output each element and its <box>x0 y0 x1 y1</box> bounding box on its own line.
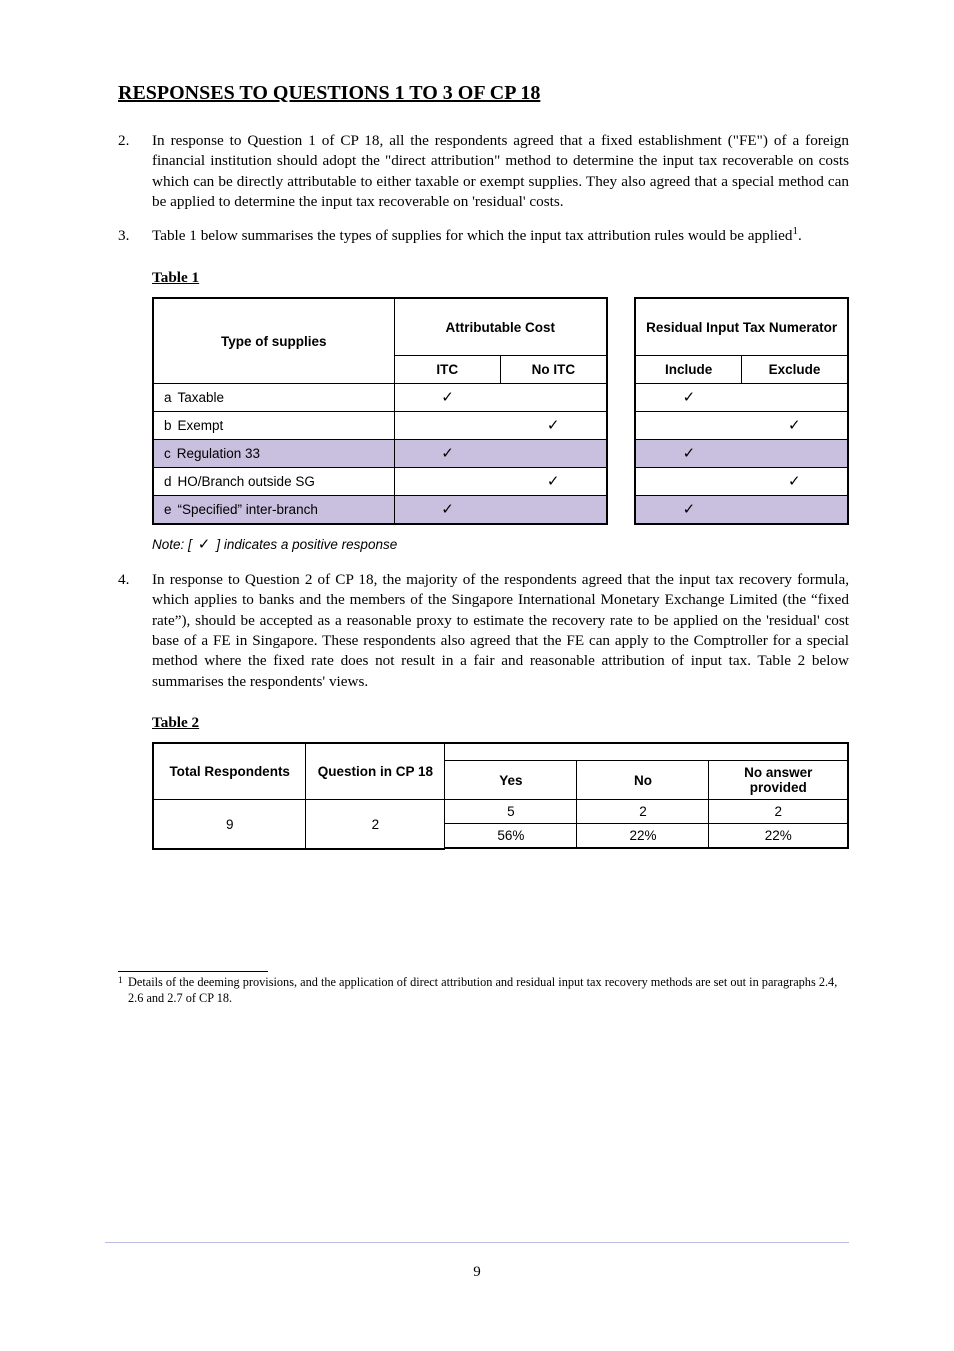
cell <box>742 440 848 468</box>
check-icon: ✓ <box>683 389 696 406</box>
cell: ✓ <box>394 496 500 524</box>
check-icon: ✓ <box>441 389 454 406</box>
cell-no: 2 <box>577 800 709 824</box>
table-row: bExempt ✓ ✓ <box>153 412 848 440</box>
table-row: cRegulation 33 ✓ ✓ <box>153 440 848 468</box>
table-row: dHO/Branch outside SG ✓ ✓ <box>153 468 848 496</box>
table1-title: Table 1 <box>152 269 849 287</box>
cell <box>394 412 500 440</box>
footnote: 1 Details of the deeming provisions, and… <box>118 975 849 1007</box>
row-label: aTaxable <box>153 384 394 412</box>
para-num: 2. <box>118 131 152 212</box>
check-icon: ✓ <box>788 417 801 434</box>
cell: ✓ <box>500 468 606 496</box>
paragraph-4: 4. In response to Question 2 of CP 18, t… <box>118 570 849 692</box>
cell-question: 2 <box>306 800 445 849</box>
table-row: 9 2 5 2 2 <box>153 800 848 824</box>
check-icon: ✓ <box>441 445 454 462</box>
footnote-rule <box>118 971 268 972</box>
col-total: Total Respondents <box>153 743 306 800</box>
cell <box>742 496 848 524</box>
sub-include: Include <box>635 356 741 384</box>
cell: ✓ <box>635 384 741 412</box>
col-attr: Attributable Cost <box>394 298 607 356</box>
table-responses: Total Respondents Question in CP 18 Yes … <box>152 742 849 850</box>
para-text: In response to Question 1 of CP 18, all … <box>152 131 849 212</box>
cell <box>635 412 741 440</box>
cell <box>500 440 606 468</box>
sub-itc: ITC <box>394 356 500 384</box>
cell-no-pct: 22% <box>577 824 709 849</box>
cell: ✓ <box>394 440 500 468</box>
page-footer-rule <box>105 1242 849 1243</box>
para-text: Table 1 below summarises the types of su… <box>152 226 849 246</box>
sub-exclude: Exclude <box>742 356 848 384</box>
cell <box>742 384 848 412</box>
cell-noanswer-pct: 22% <box>709 824 848 849</box>
cell: ✓ <box>500 412 606 440</box>
table-row: aTaxable ✓ ✓ <box>153 384 848 412</box>
paragraph-2: 2. In response to Question 1 of CP 18, a… <box>118 131 849 212</box>
row-label: bExempt <box>153 412 394 440</box>
paragraph-3: 3. Table 1 below summarises the types of… <box>118 226 849 246</box>
cell-yes-pct: 56% <box>445 824 577 849</box>
cell: ✓ <box>742 468 848 496</box>
row-label: cRegulation 33 <box>153 440 394 468</box>
note-prefix: Note: [ <box>152 537 192 552</box>
col-question: Question in CP 18 <box>306 743 445 800</box>
col-noanswer: No answer provided <box>709 761 848 800</box>
footnote-number: 1 <box>118 975 128 1007</box>
page-number: 9 <box>0 1264 954 1281</box>
cell: ✓ <box>635 496 741 524</box>
cell <box>500 496 606 524</box>
check-icon: ✓ <box>547 417 560 434</box>
note-suffix: ] indicates a positive response <box>216 537 397 552</box>
para-num: 4. <box>118 570 152 692</box>
check-icon: ✓ <box>683 501 696 518</box>
table-row: e“Specified” inter-branch ✓ ✓ <box>153 496 848 524</box>
para-text-prefix: Table 1 below summarises the types of su… <box>152 227 792 244</box>
cell-total: 9 <box>153 800 306 849</box>
row-label: dHO/Branch outside SG <box>153 468 394 496</box>
col-supply: Type of supplies <box>153 298 394 384</box>
col-yes: Yes <box>445 761 577 800</box>
col-no: No <box>577 761 709 800</box>
row-label: e“Specified” inter-branch <box>153 496 394 524</box>
check-icon: ✓ <box>788 473 801 490</box>
para-num: 3. <box>118 226 152 246</box>
cell: ✓ <box>394 384 500 412</box>
table-supplies: Type of supplies Attributable Cost Resid… <box>152 297 849 525</box>
check-icon: ✓ <box>198 537 211 552</box>
para-text-suffix: . <box>798 227 802 244</box>
cell: ✓ <box>742 412 848 440</box>
table1-note: Note: [ ✓ ] indicates a positive respons… <box>152 537 849 552</box>
cell: ✓ <box>635 440 741 468</box>
check-icon: ✓ <box>441 501 454 518</box>
check-icon: ✓ <box>683 445 696 462</box>
col-residual: Residual Input Tax Numerator <box>635 298 848 356</box>
check-icon: ✓ <box>547 473 560 490</box>
cell-yes: 5 <box>445 800 577 824</box>
para-text: In response to Question 2 of CP 18, the … <box>152 570 849 692</box>
cell-noanswer: 2 <box>709 800 848 824</box>
cell <box>394 468 500 496</box>
sub-noitc: No ITC <box>500 356 606 384</box>
document-title: RESPONSES TO QUESTIONS 1 TO 3 OF CP 18 <box>118 82 849 105</box>
cell <box>635 468 741 496</box>
footnote-text: Details of the deeming provisions, and t… <box>128 975 849 1007</box>
cell <box>500 384 606 412</box>
table2-title: Table 2 <box>152 714 849 732</box>
